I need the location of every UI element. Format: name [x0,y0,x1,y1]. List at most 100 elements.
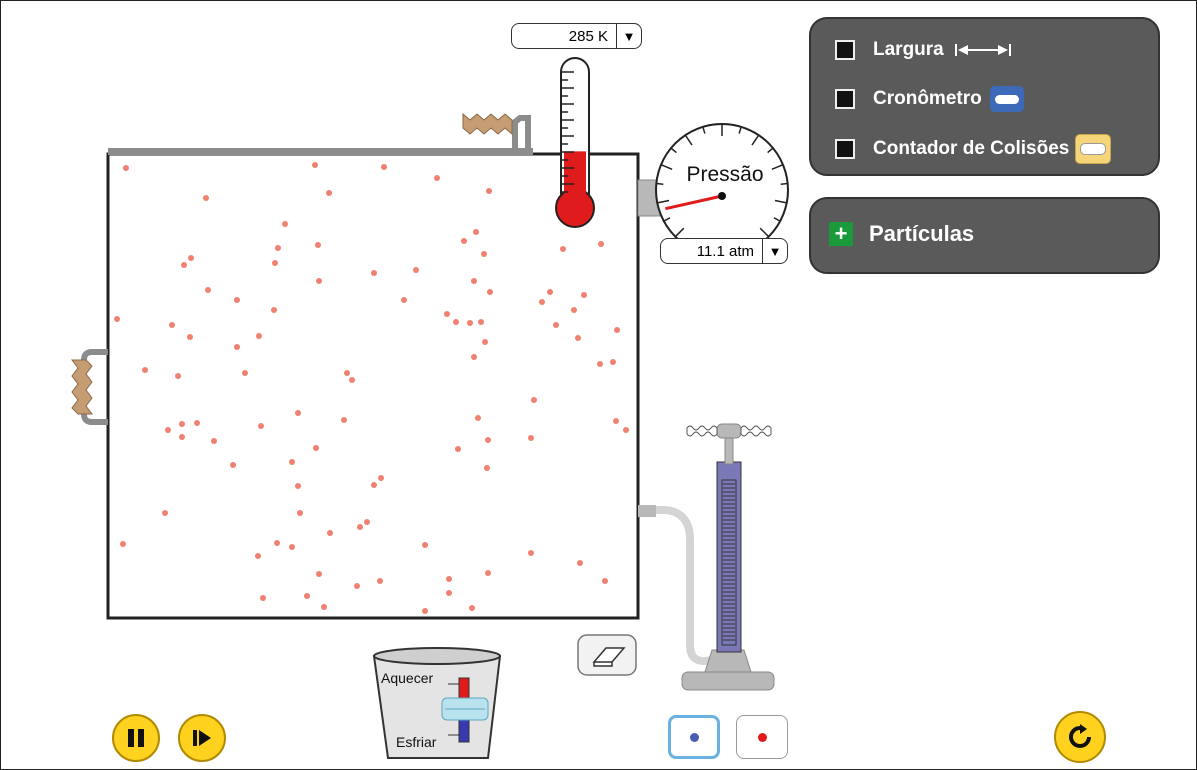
particle [274,540,280,546]
particle [316,278,322,284]
particle [467,320,473,326]
bicycle-pump[interactable] [681,423,775,691]
particle [344,370,350,376]
collision-counter-checkbox[interactable] [835,139,855,159]
particle [354,583,360,589]
particle [312,162,318,168]
particle [598,241,604,247]
particle [315,242,321,248]
pressure-dropdown[interactable]: 11.1 atm ▼ [660,238,788,264]
particle [371,482,377,488]
particle [295,483,301,489]
pause-button[interactable] [112,714,160,762]
particle [187,334,193,340]
particle [258,423,264,429]
lid-handle-arm [512,115,531,150]
particle [446,576,452,582]
particle [123,165,129,171]
particle [371,270,377,276]
particle [275,245,281,251]
particle [485,570,491,576]
pressure-gauge [655,123,789,257]
particle [528,435,534,441]
particle [486,188,492,194]
particle [485,437,491,443]
particle [422,542,428,548]
particle [256,333,262,339]
eraser-button[interactable] [577,634,637,676]
chevron-down-icon[interactable]: ▼ [762,239,787,263]
particle [528,550,534,556]
particle [169,322,175,328]
particle [597,361,603,367]
reset-button[interactable] [1054,711,1106,763]
particle [471,354,477,360]
particle [469,605,475,611]
particle [295,410,301,416]
stopwatch-toggle[interactable]: Cronômetro [835,86,1024,112]
particle [401,297,407,303]
particle [271,307,277,313]
particle [571,307,577,313]
particle [165,427,171,433]
light-species-button[interactable] [736,715,788,759]
particle [444,311,450,317]
width-checkbox[interactable] [835,40,855,60]
step-button[interactable] [178,714,226,762]
particle [581,292,587,298]
thermometer [555,57,595,228]
particle [461,238,467,244]
collision-counter-toggle[interactable]: Contador de Colisões [835,134,1112,164]
particle [297,510,303,516]
plus-icon[interactable]: + [829,222,853,246]
particle [234,344,240,350]
particle [547,289,553,295]
gas-container [106,152,640,620]
stopwatch-checkbox[interactable] [835,89,855,109]
heat-label: Aquecer [381,670,434,686]
particle [194,420,200,426]
particle [211,438,217,444]
particle [260,595,266,601]
particle [242,370,248,376]
side-handle-grip-icon[interactable] [71,359,93,415]
particle [577,560,583,566]
cool-label: Esfriar [396,734,437,750]
temperature-dropdown[interactable]: 285 K ▼ [511,23,642,49]
particle [327,530,333,536]
particle [613,418,619,424]
container-lid[interactable] [108,148,533,155]
particle [357,524,363,530]
heavy-particle-icon [689,732,699,742]
particle [378,475,384,481]
cool-bar [458,717,470,743]
particle [179,421,185,427]
particle [610,359,616,365]
particle [381,164,387,170]
particle [484,465,490,471]
particles-panel[interactable]: + Partículas [809,197,1160,274]
particle [304,593,310,599]
width-arrow-icon [954,44,1011,56]
collision-counter-icon [1075,134,1112,164]
particle [377,578,383,584]
particle [473,229,479,235]
particle [482,339,488,345]
particle [614,327,620,333]
particle [341,417,347,423]
width-toggle[interactable]: Largura [835,39,1012,61]
particle [289,459,295,465]
chevron-down-icon[interactable]: ▼ [616,24,641,48]
particle [175,373,181,379]
particle [321,604,327,610]
stopwatch-label: Cronômetro [873,88,982,109]
particle [188,255,194,261]
particle [181,262,187,268]
pause-icon [128,729,144,747]
particle [364,519,370,525]
heavy-species-button[interactable] [668,715,720,759]
lid-handle-grip-icon[interactable] [462,112,513,136]
particle [272,260,278,266]
particle [471,278,477,284]
particle [282,221,288,227]
